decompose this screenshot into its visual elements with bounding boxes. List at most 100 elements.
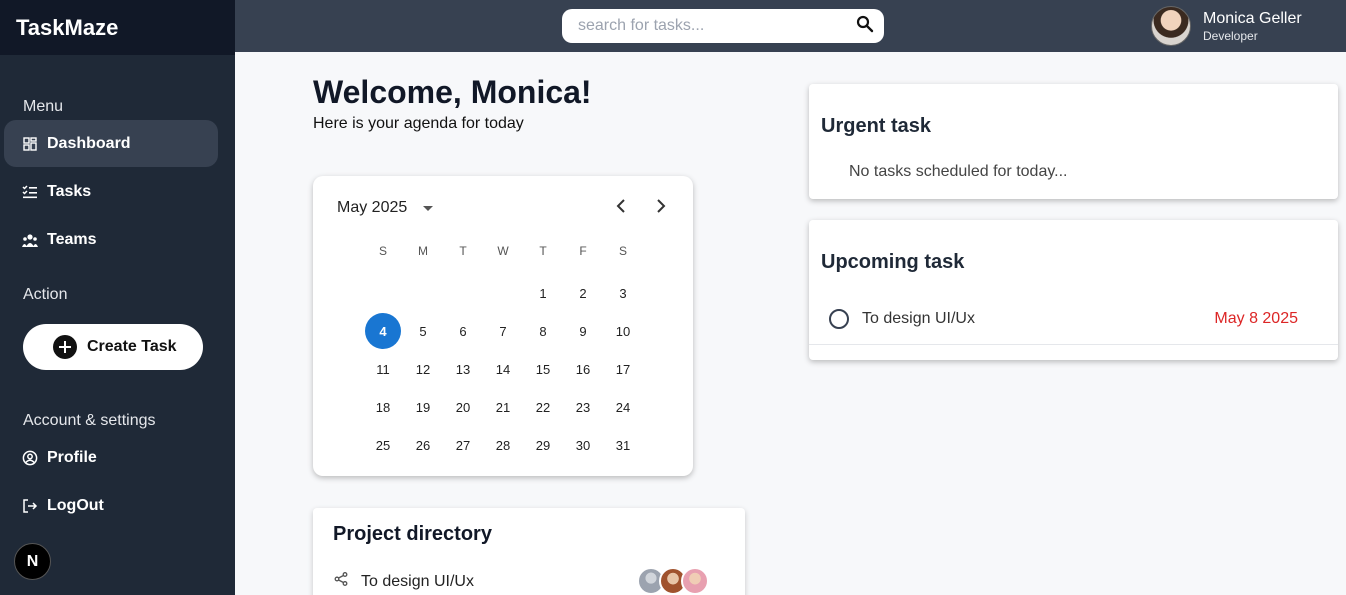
project-directory-title: Project directory [333,523,492,545]
calendar-day[interactable]: 20 [443,388,483,426]
search-box [562,9,884,43]
user-role: Developer [1203,28,1258,43]
calendar-day[interactable]: 12 [403,350,443,388]
sidebar: TaskMaze Menu Dashboard Tasks Teams Acti… [0,0,235,595]
calendar-day[interactable]: 18 [363,388,403,426]
calendar-day[interactable]: 25 [363,426,403,464]
sidebar-item-label: LogOut [47,496,104,514]
sidebar-item-teams[interactable]: Teams [4,216,218,263]
top-bar: Monica Geller Developer [235,0,1346,52]
brand-logo[interactable]: TaskMaze [0,0,235,55]
calendar-day[interactable]: 2 [563,274,603,312]
page-title: Welcome, Monica! [313,74,592,110]
menu-section-label: Menu [23,98,64,115]
calendar-empty-cell [363,274,403,312]
calendar-day-selected[interactable]: 4 [363,312,403,350]
task-due-date: May 8 2025 [1214,310,1298,327]
calendar-day[interactable]: 14 [483,350,523,388]
calendar-day[interactable]: 24 [603,388,643,426]
urgent-task-title: Urgent task [821,115,932,137]
calendar-day[interactable]: 16 [563,350,603,388]
calendar-day[interactable]: 17 [603,350,643,388]
month-selector[interactable]: May 2025 [337,199,434,217]
upcoming-task-card: Upcoming task To design UI/Ux May 8 2025 [809,220,1338,360]
calendar-day[interactable]: 3 [603,274,643,312]
n-logo-badge[interactable]: N [14,543,51,580]
divider [809,344,1338,345]
project-item-label: To design UI/Ux [361,572,474,590]
chevron-right-icon[interactable] [649,196,673,219]
sidebar-item-logout[interactable]: LogOut [4,482,218,529]
calendar-day[interactable]: 22 [523,388,563,426]
user-name: Monica Geller [1203,9,1302,27]
caret-down-icon [423,205,434,211]
calendar-day[interactable]: 21 [483,388,523,426]
weekday-header: S [618,244,627,258]
sidebar-item-label: Teams [47,230,97,248]
create-task-label: Create Task [87,338,177,355]
task-row[interactable]: To design UI/Ux May 8 2025 [829,309,1298,329]
calendar-empty-cell [403,274,443,312]
calendar-day[interactable]: 27 [443,426,483,464]
sidebar-item-profile[interactable]: Profile [4,434,218,481]
share-icon[interactable] [333,571,349,592]
calendar-day[interactable]: 26 [403,426,443,464]
search-input[interactable] [578,17,856,35]
weekday-header: T [459,244,467,258]
weekday-header: S [378,244,387,258]
avatar[interactable] [1151,6,1191,46]
member-avatars [637,567,709,595]
sidebar-item-label: Tasks [47,182,92,200]
create-task-button[interactable]: Create Task [23,324,203,370]
calendar: May 2025 S M T W T F S 1 2 3 4 5 6 7 8 9 10 11 12 13 14 15 16 1… [313,176,693,476]
action-section-label: Action [23,286,68,303]
calendar-day[interactable]: 31 [603,426,643,464]
n-logo-letter: N [26,552,39,570]
sidebar-item-dashboard[interactable]: Dashboard [4,120,218,167]
calendar-empty-cell [443,274,483,312]
search-icon[interactable] [856,15,874,38]
calendar-day[interactable]: 5 [403,312,443,350]
logout-icon [21,497,39,515]
user-menu[interactable]: Monica Geller Developer [1151,6,1302,46]
agenda-subtitle: Here is your agenda for today [313,115,524,132]
profile-icon [21,449,39,467]
urgent-task-card: Urgent task No tasks scheduled for today… [809,84,1338,199]
weekday-header: M [418,244,428,258]
calendar-day[interactable]: 30 [563,426,603,464]
month-label: May 2025 [337,199,408,216]
calendar-day[interactable]: 19 [403,388,443,426]
sidebar-item-label: Profile [47,448,97,466]
sidebar-item-label: Dashboard [47,134,131,152]
calendar-day[interactable]: 6 [443,312,483,350]
account-section-label: Account & settings [23,412,156,429]
list-item[interactable]: To design UI/Ux [333,571,474,592]
weekday-header: F [579,244,587,258]
calendar-day[interactable]: 7 [483,312,523,350]
calendar-day[interactable]: 8 [523,312,563,350]
calendar-day[interactable]: 10 [603,312,643,350]
weekday-header: W [497,244,509,258]
calendar-day[interactable]: 11 [363,350,403,388]
calendar-day[interactable]: 1 [523,274,563,312]
project-directory-card: Project directory To design UI/Ux [313,508,745,595]
calendar-day[interactable]: 13 [443,350,483,388]
tasks-list-icon [21,183,39,201]
plus-circle-icon [53,335,77,359]
avatar[interactable] [681,567,709,595]
teams-icon [21,231,39,249]
calendar-day[interactable]: 28 [483,426,523,464]
calendar-day[interactable]: 23 [563,388,603,426]
dashboard-icon [21,135,39,153]
calendar-day[interactable]: 29 [523,426,563,464]
task-checkbox[interactable] [829,309,849,329]
calendar-day[interactable]: 9 [563,312,603,350]
weekday-header: T [539,244,547,258]
sidebar-item-tasks[interactable]: Tasks [4,168,218,215]
upcoming-task-title: Upcoming task [821,251,965,273]
empty-state-text: No tasks scheduled for today... [849,163,1068,180]
task-name: To design UI/Ux [862,310,975,327]
chevron-left-icon[interactable] [609,196,633,219]
calendar-empty-cell [483,274,523,312]
calendar-day[interactable]: 15 [523,350,563,388]
